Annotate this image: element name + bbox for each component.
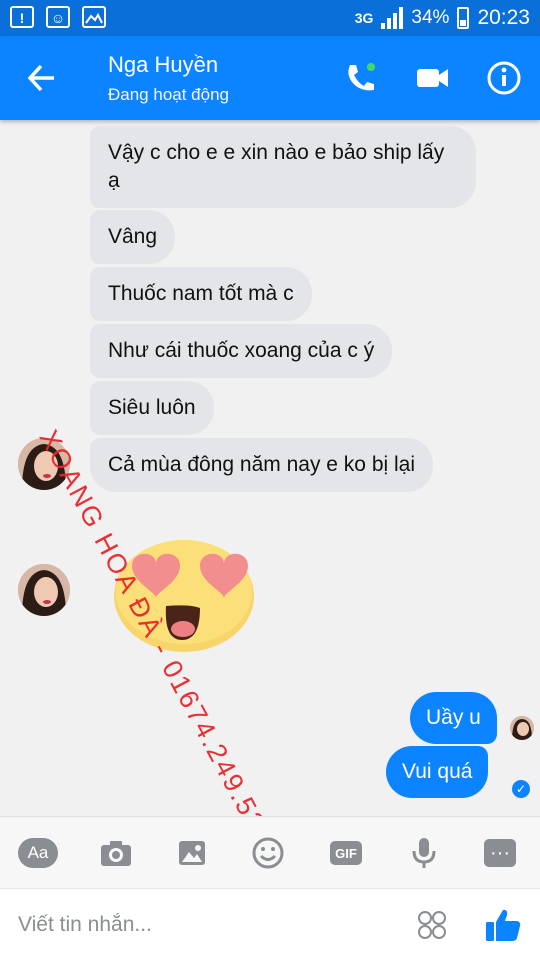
gif-button[interactable]: GIF — [330, 841, 362, 865]
more-button[interactable]: ··· — [484, 839, 516, 867]
camera-icon — [101, 841, 131, 866]
image-icon — [179, 841, 205, 865]
sent-message-bubble[interactable]: Uầy u — [410, 692, 497, 744]
status-right: 3G 34% 20:23 — [355, 6, 530, 30]
info-icon — [487, 61, 521, 95]
text-style-button[interactable]: Aa — [18, 838, 58, 868]
message-bubble[interactable]: Vâng — [90, 210, 176, 264]
gallery-button[interactable] — [172, 833, 212, 873]
phone-call-button[interactable] — [340, 58, 380, 98]
network-type: 3G — [354, 10, 374, 26]
heart-eyes-emoji-icon — [114, 540, 254, 652]
voice-button[interactable] — [404, 833, 444, 873]
delivered-check-icon: ✓ — [512, 780, 530, 798]
battery-icon — [457, 7, 470, 29]
phone-call-icon — [348, 63, 375, 91]
gif-label: GIF — [335, 845, 357, 861]
message-bubble[interactable]: Thuốc nam tốt mà c — [90, 267, 312, 321]
seen-avatar — [510, 716, 534, 740]
message-composer — [0, 888, 540, 960]
contact-avatar[interactable] — [18, 438, 70, 490]
video-call-button[interactable] — [412, 58, 452, 98]
battery-percent: 34% — [411, 7, 450, 28]
message-list[interactable]: Vậy c cho e e xin nào e bảo ship lấy ạ V… — [0, 120, 540, 816]
microphone-icon — [412, 838, 436, 868]
clock: 20:23 — [477, 6, 530, 29]
notice-icon: ! — [10, 6, 34, 28]
thumbs-up-icon — [486, 909, 521, 941]
back-arrow-icon — [27, 64, 54, 92]
emoji-icon — [252, 837, 284, 869]
notification-icons: ! ☺ — [10, 6, 106, 28]
signal-icon — [381, 7, 404, 29]
emoji-button[interactable] — [248, 833, 288, 873]
emoji-picker-button[interactable] — [416, 909, 448, 941]
status-bar: ! ☺ 3G 34% 20:23 — [0, 0, 540, 36]
more-icon: ··· — [490, 842, 510, 864]
gallery-icon — [82, 6, 106, 28]
face-icon: ☺ — [46, 6, 70, 28]
info-button[interactable] — [484, 58, 524, 98]
sent-message-bubble[interactable]: Vui quá — [386, 746, 489, 798]
message-bubble[interactable]: Như cái thuốc xoang của c ý — [90, 324, 393, 378]
emoji-grid-icon — [418, 911, 446, 939]
like-button[interactable] — [484, 907, 522, 943]
contact-avatar[interactable] — [18, 564, 70, 616]
message-bubble[interactable]: Vậy c cho e e xin nào e bảo ship lấy ạ — [90, 126, 476, 208]
back-button[interactable] — [22, 58, 62, 98]
message-bubble[interactable]: Siêu luôn — [90, 381, 214, 435]
video-call-icon — [417, 69, 448, 87]
camera-button[interactable] — [96, 833, 136, 873]
conversation-header: Nga Huyền Đang hoạt động — [0, 36, 540, 120]
text-style-label: Aa — [27, 843, 49, 862]
composer-toolbar: Aa GIF ··· — [0, 816, 540, 888]
contact-name[interactable]: Nga Huyền — [108, 52, 218, 78]
message-bubble[interactable]: Cả mùa đông năm nay e ko bị lại — [90, 438, 434, 492]
heart-eyes-sticker[interactable] — [104, 528, 260, 656]
message-input[interactable] — [18, 907, 398, 943]
active-status: Đang hoạt động — [108, 85, 229, 104]
